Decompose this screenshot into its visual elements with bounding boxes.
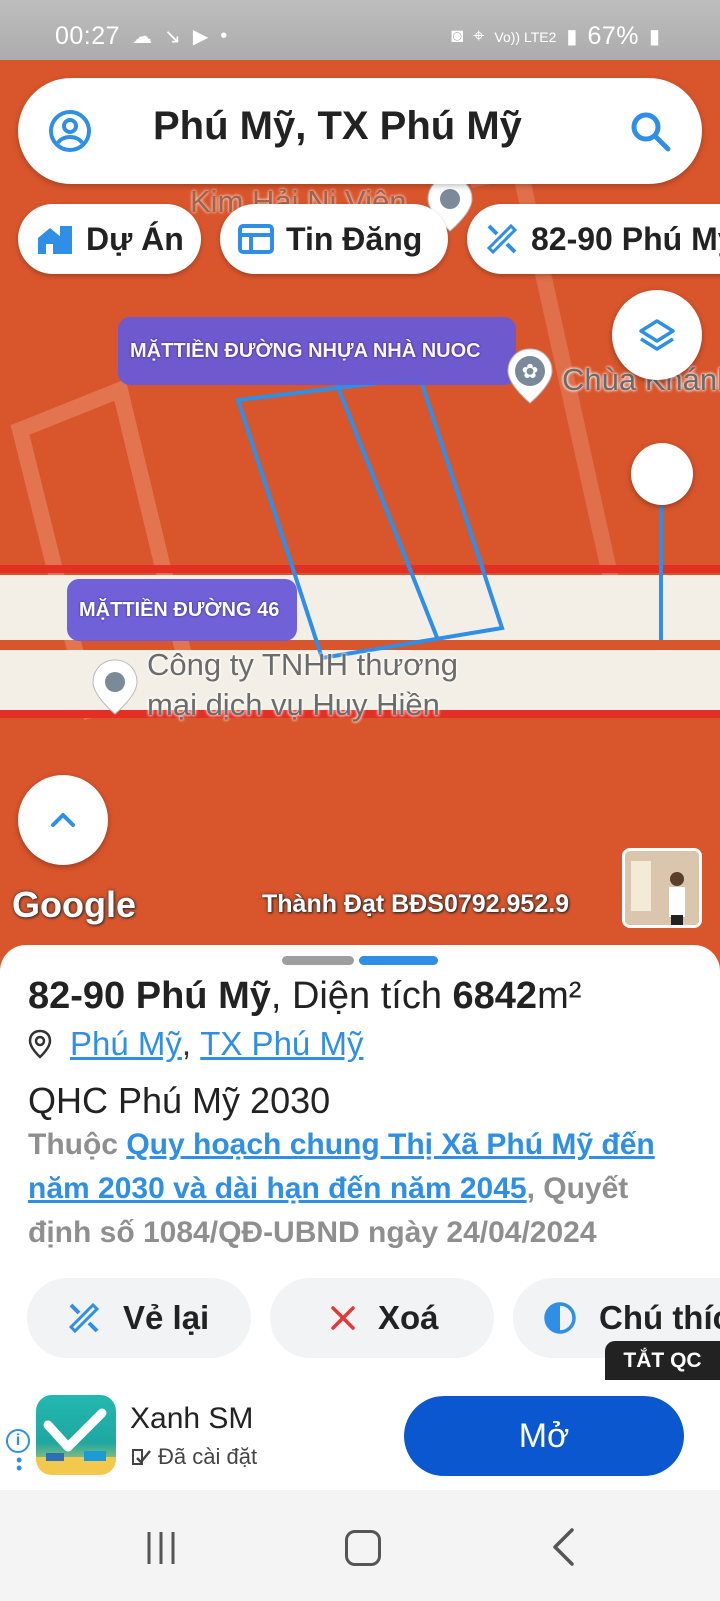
home-city-icon <box>38 226 72 254</box>
status-time: 00:27 <box>55 22 121 50</box>
location-pin-icon <box>28 1029 52 1059</box>
location-row: Phú Mỹ, TX Phú Mỹ <box>28 1025 363 1063</box>
chip-tin-dang[interactable]: Tin Đăng <box>220 204 448 274</box>
network-label: Vo)) LTE2 <box>494 28 557 45</box>
label-road-nha-nuoc[interactable]: MẶTTIỀN ĐƯỜNG NHỰA NHÀ NUOC <box>118 317 516 385</box>
battery-icon: ▮ <box>648 26 660 48</box>
layers-button[interactable] <box>612 290 702 380</box>
ad-installed-label: Đã cài đặt <box>158 1444 258 1469</box>
signal-icon: ▮ <box>566 26 578 48</box>
search-icon[interactable] <box>628 109 672 153</box>
location-separator: , <box>181 1025 192 1062</box>
ad-installed-row: Đã cài đặt <box>130 1444 257 1470</box>
checkmark-logo-icon <box>36 1408 116 1475</box>
close-icon <box>331 1306 355 1330</box>
zoom-slider-handle[interactable] <box>631 443 693 505</box>
draw-ruler-icon <box>486 223 518 255</box>
poi-label-company-line2: mại dịch vụ Huy Hiền <box>147 687 440 722</box>
draw-ruler-icon <box>68 1302 100 1334</box>
list-board-icon <box>238 224 274 254</box>
temple-pin-icon[interactable]: ✿ <box>505 347 555 405</box>
desc-prefix: Thuộc <box>28 1128 127 1161</box>
battery-saver-icon: ◙ <box>451 25 464 47</box>
parcel-title: 82-90 Phú Mỹ, Diện tích 6842m² <box>28 975 581 1018</box>
map-view[interactable]: MẶTTIỀN ĐƯỜNG NHỰA NHÀ NUOC MẶTTIỀN ĐƯỜN… <box>0 60 720 960</box>
plan-name: QHC Phú Mỹ 2030 <box>28 1080 331 1121</box>
sheet-handle-blue[interactable] <box>359 956 438 965</box>
expand-button[interactable] <box>18 775 108 865</box>
area-value: 6842 <box>452 975 538 1017</box>
legend-label: Chú thích <box>599 1299 720 1336</box>
notification-dot-icon: • <box>220 25 228 47</box>
missed-call-icon: ↘ <box>164 26 181 48</box>
location-ward-link[interactable]: Phú Mỹ <box>70 1025 182 1063</box>
label-road-46[interactable]: MẶTTIỀN ĐƯỜNG 46 <box>67 579 297 641</box>
ad-banner[interactable]: i • • Xanh SM Đã cài đặt Mở <box>0 1380 720 1490</box>
xanh-sm-app-icon[interactable] <box>36 1395 116 1475</box>
chip-label: Tin Đăng <box>286 220 423 257</box>
location-town-link[interactable]: TX Phú Mỹ <box>200 1025 363 1063</box>
redraw-button[interactable]: Vẻ lại <box>27 1278 251 1358</box>
installed-check-icon <box>132 1449 151 1465</box>
person-photo-icon <box>625 851 699 925</box>
battery-percent: 67% <box>587 22 639 50</box>
google-logo: Google <box>12 884 136 925</box>
ad-app-name[interactable]: Xanh SM <box>130 1402 253 1436</box>
location-icon: ⌖ <box>473 25 485 47</box>
watermark-text: Thành Đạt BĐS0792.952.9 <box>262 890 570 918</box>
plan-description: Thuộc Quy hoạch chung Thị Xã Phú Mỹ đến … <box>28 1123 688 1255</box>
ad-open-button[interactable]: Mở <box>404 1396 684 1476</box>
account-circle-icon[interactable] <box>48 109 92 153</box>
chip-label: 82-90 Phú Mỹ <box>531 220 720 257</box>
agent-photo-thumbnail[interactable] <box>622 848 702 928</box>
delete-label: Xoá <box>378 1299 439 1336</box>
chip-parcel[interactable]: 82-90 Phú Mỹ <box>467 204 720 274</box>
chip-du-an[interactable]: Dự Án <box>18 204 201 274</box>
svg-text:✿: ✿ <box>522 359 539 383</box>
search-title[interactable]: Phú Mỹ, TX Phú Mỹ <box>153 104 522 149</box>
youtube-icon: ▶ <box>192 26 209 48</box>
layers-icon <box>639 319 675 351</box>
turn-off-ads-button[interactable]: TẮT QC <box>605 1341 720 1381</box>
home-icon[interactable] <box>345 1530 381 1566</box>
redraw-label: Vẻ lại <box>123 1299 210 1336</box>
company-pin-icon[interactable] <box>90 658 140 716</box>
back-icon[interactable] <box>550 1526 576 1568</box>
contrast-icon <box>544 1302 576 1334</box>
recent-apps-icon[interactable] <box>143 1530 179 1566</box>
system-nav-bar <box>0 1490 720 1601</box>
chevron-up-icon <box>51 813 75 827</box>
search-bar[interactable]: Phú Mỹ, TX Phú Mỹ <box>18 78 702 184</box>
area-label: , Diện tích <box>270 975 453 1017</box>
ad-more-icon[interactable]: • • <box>16 1451 22 1477</box>
sheet-handle-grey[interactable] <box>282 956 354 965</box>
poi-label-company-line1: Công ty TNHH thương <box>147 647 459 682</box>
area-unit: m² <box>537 975 582 1017</box>
parcel-name: 82-90 Phú Mỹ <box>28 975 271 1017</box>
delete-button[interactable]: Xoá <box>270 1278 494 1358</box>
chip-label: Dự Án <box>86 220 184 257</box>
cloud-icon: ☁ <box>132 26 153 48</box>
